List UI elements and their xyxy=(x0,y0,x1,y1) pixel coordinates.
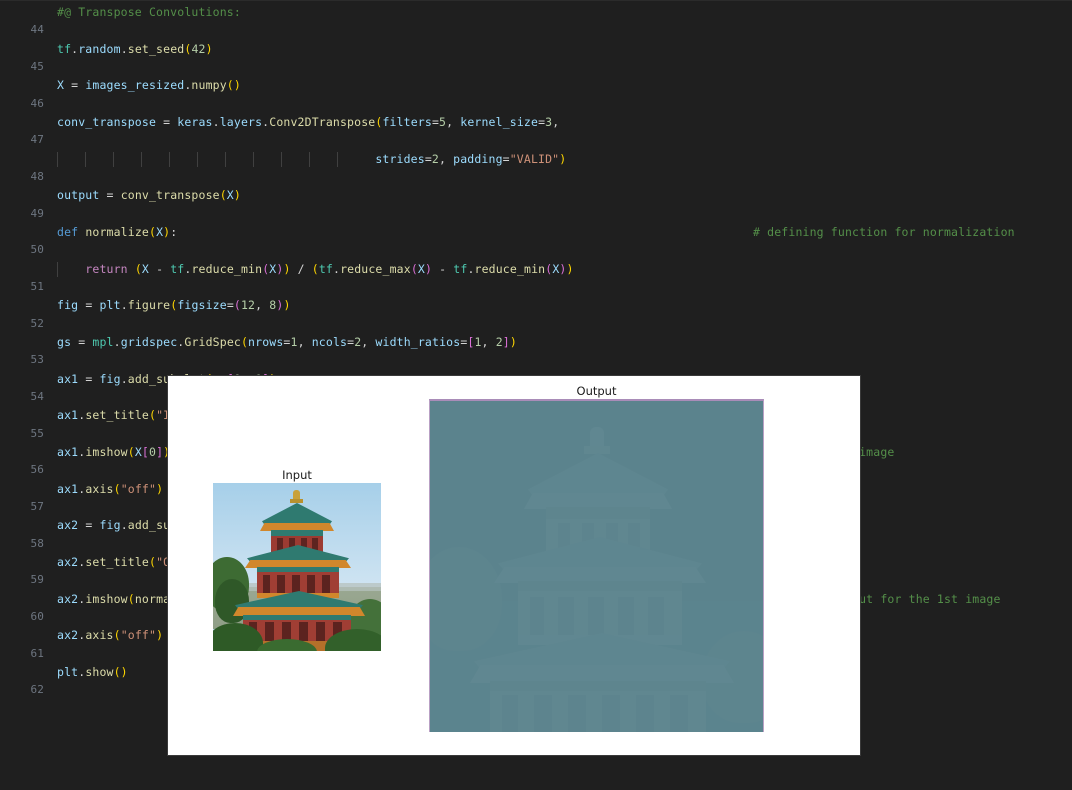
line-number: 54 xyxy=(30,389,44,403)
code-line[interactable]: 51 return (X - tf.reduce_min(X)) / (tf.r… xyxy=(0,260,1072,293)
window-6 xyxy=(277,575,285,594)
line-code: ax1.imshow(X[0]) xyxy=(57,444,171,459)
line-number: 57 xyxy=(30,499,44,513)
line-code: conv_transpose = keras.layers.Conv2DTran… xyxy=(57,114,560,129)
code-line[interactable]: 52 fig = plt.figure(figsize=(12, 8)) xyxy=(0,296,1072,329)
window-8 xyxy=(307,575,315,594)
pagoda-finial-base xyxy=(584,446,610,454)
line-code: fig = plt.figure(figsize=(12, 8)) xyxy=(57,298,291,313)
code-line[interactable]: 46 X = images_resized.numpy() xyxy=(0,76,1072,109)
code-output-screenshot: 44 #@ Transpose Convolutions: 45 tf.rand… xyxy=(0,0,1072,790)
line-code: return (X - tf.reduce_min(X)) / (tf.redu… xyxy=(85,261,574,276)
matplotlib-figure-output: Input Output xyxy=(168,376,860,755)
window-8 xyxy=(618,597,634,635)
line-number: 53 xyxy=(30,353,44,367)
body-tier1-trim xyxy=(546,507,650,519)
line-code: #@ Transpose Convolutions: xyxy=(57,5,241,19)
inline-comment: # defining function for normalization xyxy=(753,224,1015,239)
line-number: 61 xyxy=(30,646,44,660)
line-number: 44 xyxy=(30,23,44,37)
line-number: 50 xyxy=(30,243,44,257)
window-11 xyxy=(534,695,552,732)
line-code: X = images_resized.numpy() xyxy=(57,78,241,93)
line-number: 56 xyxy=(30,463,44,477)
code-line[interactable]: 50 def normalize(X): # defining function… xyxy=(0,223,1072,256)
line-code: def normalize(X): xyxy=(57,224,178,239)
line-number: 46 xyxy=(30,96,44,110)
line-number: 48 xyxy=(30,169,44,183)
line-number: 51 xyxy=(30,279,44,293)
ax2-title: Output xyxy=(576,384,617,398)
window-14 xyxy=(636,695,654,732)
window-14 xyxy=(316,622,325,641)
line-code: gs = mpl.gridspec.GridSpec(nrows=1, ncol… xyxy=(57,334,517,349)
output-image-scene xyxy=(430,401,763,732)
line-number: 55 xyxy=(30,426,44,440)
window-5 xyxy=(530,597,544,635)
line-number: 45 xyxy=(30,59,44,73)
body-tier2-trim xyxy=(257,567,339,572)
line-code: ax1.axis("off") xyxy=(57,481,164,496)
window-13 xyxy=(299,622,308,641)
body-tier1-trim xyxy=(271,530,323,536)
line-number: 49 xyxy=(30,206,44,220)
line-number: 47 xyxy=(30,133,44,147)
input-image xyxy=(213,483,381,651)
code-editor[interactable]: 44 #@ Transpose Convolutions: 45 tf.rand… xyxy=(0,0,1072,696)
code-line[interactable]: 44 #@ Transpose Convolutions: xyxy=(0,3,1072,36)
body-tier2-trim xyxy=(518,581,682,591)
input-image-scene xyxy=(213,483,381,651)
body-tier3-trim xyxy=(490,681,706,691)
line-number: 58 xyxy=(30,536,44,550)
line-code: plt.show() xyxy=(57,664,128,679)
code-line[interactable]: 47 conv_transpose = keras.layers.Conv2DT… xyxy=(0,113,1072,146)
window-9 xyxy=(648,597,664,635)
window-5 xyxy=(263,575,270,594)
code-line[interactable]: 48 strides=2, padding="VALID") xyxy=(0,150,1072,183)
ax1-title: Input xyxy=(282,468,312,482)
code-line[interactable]: 45 tf.random.set_seed(42) xyxy=(0,40,1072,73)
window-13 xyxy=(602,695,620,732)
line-number: 62 xyxy=(30,683,44,697)
window-9 xyxy=(322,575,330,594)
line-number: 59 xyxy=(30,573,44,587)
line-code: ax2.axis("off") xyxy=(57,628,164,643)
code-line[interactable]: 49 output = conv_transpose(X) xyxy=(0,186,1072,219)
window-6 xyxy=(558,597,574,635)
line-code: strides=2, padding="VALID") xyxy=(375,151,567,166)
body-tier3-trim xyxy=(243,615,351,620)
window-11 xyxy=(265,622,274,641)
window-7 xyxy=(588,597,604,635)
line-code: tf.random.set_seed(42) xyxy=(57,41,213,56)
line-number: 52 xyxy=(30,316,44,330)
line-number: 60 xyxy=(30,609,44,623)
code-line[interactable]: 53 gs = mpl.gridspec.GridSpec(nrows=1, n… xyxy=(0,333,1072,366)
window-12 xyxy=(568,695,586,732)
line-code: output = conv_transpose(X) xyxy=(57,188,241,203)
window-15 xyxy=(670,695,688,732)
window-10 xyxy=(502,695,518,732)
pagoda-finial-base xyxy=(290,499,303,503)
output-image xyxy=(429,399,764,732)
